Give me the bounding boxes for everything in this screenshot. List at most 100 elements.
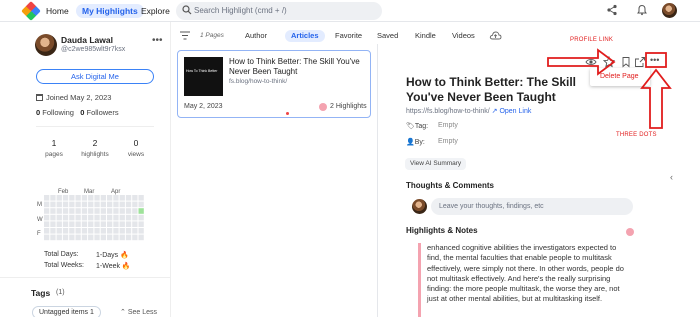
thoughts-title: Thoughts & Comments (406, 181, 494, 190)
highlight-text: enhanced cognitive abilities the investi… (427, 243, 624, 304)
heatmap-cell (81, 221, 88, 227)
followers-label[interactable]: Followers (86, 108, 118, 117)
active-indicator (286, 112, 289, 115)
reader-url: https://fs.blog/how-to-think/ ↗ Open Lin… (406, 107, 531, 115)
heatmap-cell (125, 201, 132, 208)
heatmap-cell (113, 228, 119, 234)
profile-name: Dauda Lawal (61, 35, 113, 45)
stat-pages: 1 pages (34, 138, 74, 158)
tag-row[interactable]: 🏷Tag: Empty (406, 122, 458, 130)
heatmap-cell (107, 195, 113, 201)
heatmap-cell (125, 228, 132, 234)
heatmap-cell (119, 201, 125, 208)
heatmap-cell (119, 228, 125, 234)
heatmap-cell (100, 234, 106, 241)
heatmap-cell (125, 221, 132, 227)
reader-title: How to Think Better: The Skill You've Ne… (406, 75, 577, 104)
heatmap-cell (125, 195, 132, 201)
activity-heatmap (44, 195, 144, 241)
bookmark-icon[interactable] (620, 56, 632, 68)
heatmap-cell (44, 195, 50, 201)
heatmap-cell (119, 208, 125, 214)
heatmap-cell (88, 228, 94, 234)
heatmap-cell (50, 208, 56, 214)
filter-icon[interactable] (180, 31, 190, 40)
heatmap-cell (138, 201, 144, 208)
view-ai-summary-button[interactable]: View AI Summary (405, 158, 467, 170)
ask-digital-me-button[interactable]: Ask Digital Me (36, 69, 154, 84)
tab-saved[interactable]: Saved (377, 30, 398, 42)
heatmap-day: W (37, 217, 43, 223)
comment-input[interactable]: Leave your thoughts, findings, etc (431, 198, 633, 215)
following-label[interactable]: Following (42, 108, 74, 117)
heatmap-cell (107, 221, 113, 227)
joined-date: Joined May 2, 2023 (36, 93, 111, 102)
tab-videos[interactable]: Videos (452, 30, 475, 42)
open-link[interactable]: Open Link (499, 108, 531, 115)
divider (36, 126, 154, 127)
nav-home[interactable]: Home (46, 4, 69, 18)
tag-label: Tag: (414, 123, 429, 130)
heatmap-cell (62, 234, 69, 241)
tab-favorite[interactable]: Favorite (335, 30, 362, 42)
chevron-up-icon: ⌃ (120, 309, 128, 316)
share-icon[interactable] (606, 4, 618, 16)
user-avatar[interactable] (662, 3, 677, 18)
tab-articles[interactable]: Articles (285, 30, 325, 42)
tag-chip-untagged[interactable]: Untagged items 1 (32, 306, 101, 317)
star-icon[interactable] (603, 56, 615, 68)
heatmap-cell (69, 208, 75, 214)
heatmap-cell (44, 228, 50, 234)
heatmap-cell (50, 234, 56, 241)
heatmap-cell (132, 214, 138, 221)
heatmap-cell (81, 195, 88, 201)
stat-value: 2 (92, 138, 98, 148)
heatmap-day: M (37, 202, 42, 208)
nav-my-highlights[interactable]: My Highlights (76, 4, 144, 18)
heatmap-cell (44, 214, 50, 221)
card-url: fs.blog/how-to-think/ (229, 78, 288, 85)
stat-highlights: 2 highlights (75, 138, 115, 158)
more-options-icon[interactable]: ••• (650, 55, 666, 67)
heatmap-cell (88, 234, 94, 241)
author-row[interactable]: 👤By: Empty (406, 138, 458, 146)
delete-page-menu-item[interactable]: Delete Page (600, 73, 639, 80)
profile-more-icon[interactable]: ••• (152, 35, 163, 46)
heatmap-cell (107, 234, 113, 241)
nav-explore[interactable]: Explore (141, 4, 170, 18)
heatmap-cell (94, 234, 100, 241)
chevron-left-icon[interactable]: ‹ (670, 172, 673, 182)
heatmap-cell (81, 228, 88, 234)
highlight-bar (418, 243, 421, 317)
heatmap-cell (81, 201, 88, 208)
heatmap-cell (88, 214, 94, 221)
heatmap-cell (62, 208, 69, 214)
heatmap-cell (44, 221, 50, 227)
heatmap-cell (50, 214, 56, 221)
profile-avatar[interactable] (35, 34, 57, 56)
thumbnail-text: How To Think Better (186, 69, 218, 73)
search-bar[interactable]: Search Highlight (cmd + /) (176, 2, 382, 20)
cloud-upload-icon[interactable] (489, 30, 502, 41)
heatmap-cell (100, 221, 106, 227)
heatmap-cell (100, 228, 106, 234)
tab-kindle[interactable]: Kindle (415, 30, 436, 42)
highlight-color-icon[interactable] (626, 228, 634, 236)
share-external-icon[interactable] (634, 56, 646, 68)
heatmap-cell (69, 234, 75, 241)
article-card[interactable]: How To Think Better How to Think Better:… (177, 50, 371, 118)
tab-author[interactable]: Author (245, 30, 267, 42)
heatmap-cell (56, 208, 62, 214)
see-less-link[interactable]: ⌃ See Less (120, 308, 157, 316)
heatmap-cell (62, 195, 69, 201)
heatmap-cell (138, 195, 144, 201)
highlight-dot-icon (319, 103, 327, 111)
stat-label: views (127, 151, 145, 158)
app-logo[interactable] (21, 1, 41, 21)
heatmap-cell (94, 221, 100, 227)
bell-icon[interactable] (636, 4, 648, 16)
eye-icon[interactable] (585, 56, 597, 68)
profile-handle: @c2we985wlt9r7ksx (61, 46, 126, 53)
tags-title: Tags (31, 288, 51, 298)
filter-bar: 1 Pages Author Articles Favorite Saved K… (176, 28, 516, 44)
